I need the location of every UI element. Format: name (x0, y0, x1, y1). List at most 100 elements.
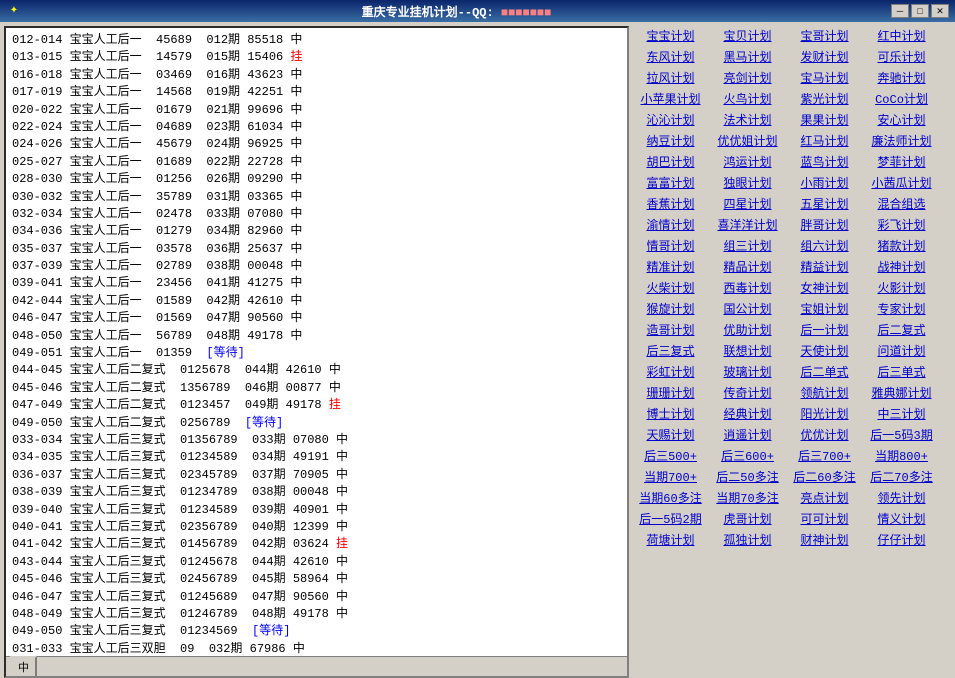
plan-link[interactable]: 法术计划 (710, 110, 785, 129)
plan-link[interactable]: 后二复式 (864, 320, 939, 339)
plan-link[interactable]: 后三单式 (864, 362, 939, 381)
plan-link[interactable]: 宝宝计划 (633, 26, 708, 45)
plan-link[interactable]: 战神计划 (864, 257, 939, 276)
plan-link[interactable]: 可可计划 (787, 509, 862, 528)
plan-link[interactable]: 仔仔计划 (864, 530, 939, 549)
plan-link[interactable]: 组六计划 (787, 236, 862, 255)
plan-link[interactable]: 红马计划 (787, 131, 862, 150)
plan-link[interactable]: 宝贝计划 (710, 26, 785, 45)
plan-link[interactable]: 领航计划 (787, 383, 862, 402)
plan-link[interactable]: 后二60多注 (787, 467, 862, 486)
plan-link[interactable]: 后一5码2期 (633, 509, 708, 528)
plan-link[interactable]: 小茜瓜计划 (864, 173, 939, 192)
plan-link[interactable]: 猴旋计划 (633, 299, 708, 318)
plan-link[interactable]: 情哥计划 (633, 236, 708, 255)
plan-link[interactable]: 香蕉计划 (633, 194, 708, 213)
plan-link[interactable]: 独眼计划 (710, 173, 785, 192)
plan-link[interactable]: 火柴计划 (633, 278, 708, 297)
plan-link[interactable]: 珊珊计划 (633, 383, 708, 402)
plan-link[interactable]: 联想计划 (710, 341, 785, 360)
plan-link[interactable]: 后三500+ (633, 446, 708, 465)
plan-link[interactable]: 玻璃计划 (710, 362, 785, 381)
plan-link[interactable]: 雅典娜计划 (864, 383, 939, 402)
plan-link[interactable]: 精准计划 (633, 257, 708, 276)
plan-link[interactable]: 安心计划 (864, 110, 939, 129)
plan-link[interactable]: 可乐计划 (864, 47, 939, 66)
plan-link[interactable]: 五星计划 (787, 194, 862, 213)
plan-link[interactable]: 情义计划 (864, 509, 939, 528)
plan-link[interactable]: 经典计划 (710, 404, 785, 423)
plan-link[interactable]: 当期70多注 (710, 488, 785, 507)
plan-link[interactable]: 专家计划 (864, 299, 939, 318)
plan-link[interactable]: 后三700+ (787, 446, 862, 465)
plan-link[interactable]: 虎哥计划 (710, 509, 785, 528)
plan-link[interactable]: 荷塘计划 (633, 530, 708, 549)
plan-link[interactable]: 后一5码3期 (864, 425, 939, 444)
minimize-button[interactable]: ─ (891, 4, 909, 18)
plan-link[interactable]: 亮剑计划 (710, 68, 785, 87)
plan-link[interactable]: 当期800+ (864, 446, 939, 465)
plan-link[interactable]: 精品计划 (710, 257, 785, 276)
plan-link[interactable]: 胡巴计划 (633, 152, 708, 171)
plan-link[interactable]: 火影计划 (864, 278, 939, 297)
plan-link[interactable]: 博士计划 (633, 404, 708, 423)
plan-link[interactable]: 当期700+ (633, 467, 708, 486)
plan-link[interactable]: 孤独计划 (710, 530, 785, 549)
maximize-button[interactable]: □ (911, 4, 929, 18)
plan-link[interactable]: 造哥计划 (633, 320, 708, 339)
status-button[interactable]: 中 (10, 656, 37, 678)
plan-link[interactable]: 后三复式 (633, 341, 708, 360)
plan-link[interactable]: 小雨计划 (787, 173, 862, 192)
plan-link[interactable]: 后二50多注 (710, 467, 785, 486)
plan-link[interactable]: 后二70多注 (864, 467, 939, 486)
plan-link[interactable]: 优优计划 (787, 425, 862, 444)
plan-link[interactable]: 传奇计划 (710, 383, 785, 402)
plan-link[interactable]: CoCo计划 (864, 89, 939, 108)
plan-link[interactable]: 后二单式 (787, 362, 862, 381)
plan-link[interactable]: 国公计划 (710, 299, 785, 318)
plan-link[interactable]: 组三计划 (710, 236, 785, 255)
plan-link[interactable]: 财神计划 (787, 530, 862, 549)
plan-link[interactable]: 蓝鸟计划 (787, 152, 862, 171)
plan-link[interactable]: 小苹果计划 (633, 89, 708, 108)
plan-link[interactable]: 阳光计划 (787, 404, 862, 423)
plan-link[interactable]: 宝姐计划 (787, 299, 862, 318)
plan-link[interactable]: 女神计划 (787, 278, 862, 297)
plan-link[interactable]: 当期60多注 (633, 488, 708, 507)
plan-link[interactable]: 拉风计划 (633, 68, 708, 87)
plan-link[interactable]: 彩虹计划 (633, 362, 708, 381)
plan-link[interactable]: 胖哥计划 (787, 215, 862, 234)
plan-link[interactable]: 后三600+ (710, 446, 785, 465)
plan-link[interactable]: 精益计划 (787, 257, 862, 276)
plan-link[interactable]: 富富计划 (633, 173, 708, 192)
plan-link[interactable]: 鸿运计划 (710, 152, 785, 171)
plan-link[interactable]: 西毒计划 (710, 278, 785, 297)
plan-link[interactable]: 后一计划 (787, 320, 862, 339)
plan-link[interactable]: 猪款计划 (864, 236, 939, 255)
plan-link[interactable]: 奔驰计划 (864, 68, 939, 87)
plan-link[interactable]: 问道计划 (864, 341, 939, 360)
plan-link[interactable]: 宝哥计划 (787, 26, 862, 45)
plan-link[interactable]: 中三计划 (864, 404, 939, 423)
plan-link[interactable]: 亮点计划 (787, 488, 862, 507)
plan-link[interactable]: 领先计划 (864, 488, 939, 507)
plan-link[interactable]: 东风计划 (633, 47, 708, 66)
plan-link[interactable]: 纳豆计划 (633, 131, 708, 150)
plan-link[interactable]: 黑马计划 (710, 47, 785, 66)
plan-link[interactable]: 梦菲计划 (864, 152, 939, 171)
plan-link[interactable]: 廉法师计划 (864, 131, 939, 150)
plan-link[interactable]: 优优姐计划 (710, 131, 785, 150)
plan-link[interactable]: 混合组选 (864, 194, 939, 213)
plan-link[interactable]: 天使计划 (787, 341, 862, 360)
plan-link[interactable]: 发财计划 (787, 47, 862, 66)
plan-link[interactable]: 喜洋洋计划 (710, 215, 785, 234)
plan-link[interactable]: 四星计划 (710, 194, 785, 213)
plan-link[interactable]: 天赐计划 (633, 425, 708, 444)
plan-list[interactable]: 012-014 宝宝人工后一 45689 012期 85518 中013-015… (6, 28, 627, 676)
plan-link[interactable]: 紫光计划 (787, 89, 862, 108)
close-button[interactable]: ✕ (931, 4, 949, 18)
plan-link[interactable]: 沁沁计划 (633, 110, 708, 129)
plan-link[interactable]: 渝情计划 (633, 215, 708, 234)
plan-link[interactable]: 火鸟计划 (710, 89, 785, 108)
plan-link[interactable]: 果果计划 (787, 110, 862, 129)
